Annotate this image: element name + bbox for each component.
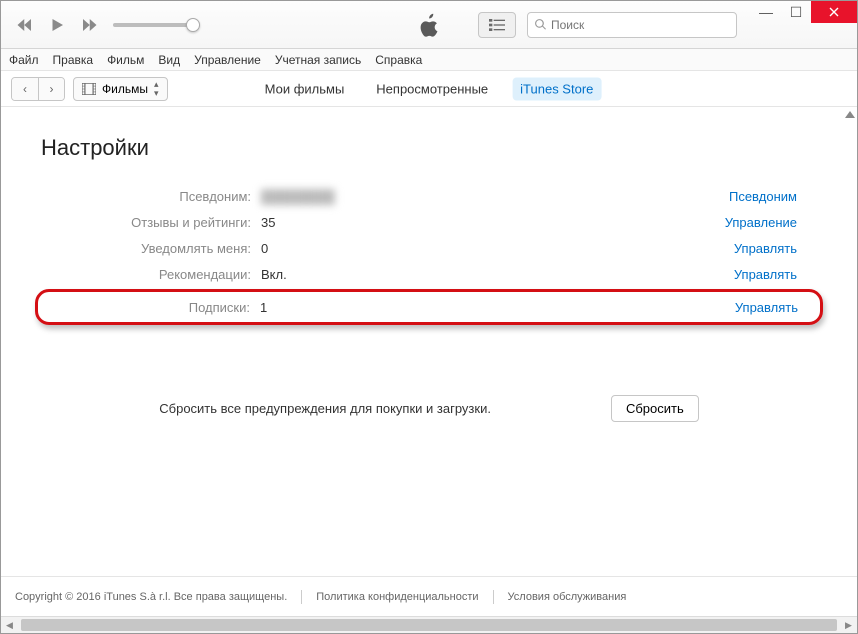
divider <box>301 590 302 604</box>
itunes-window: — ☐ Файл Правка Фильм Вид Управление Уче… <box>0 0 858 634</box>
window-controls: — ☐ <box>751 1 857 23</box>
search-input-wrapper[interactable] <box>527 12 737 38</box>
label-subscriptions: Подписки: <box>40 300 260 315</box>
footer-terms-link[interactable]: Условия обслуживания <box>508 591 627 603</box>
tab-unwatched[interactable]: Непросмотренные <box>368 77 496 100</box>
search-input[interactable] <box>551 18 730 32</box>
label-reviews: Отзывы и рейтинги: <box>41 215 261 230</box>
value-notify: 0 <box>261 241 734 256</box>
highlighted-row-subscriptions: Подписки: 1 Управлять <box>35 289 823 325</box>
reset-area: Сбросить все предупреждения для покупки … <box>41 395 817 422</box>
toolbar: ‹ › Фильмы ▴▾ Мои фильмы Непросмотренные… <box>1 71 857 107</box>
row-notify: Уведомлять меня: 0 Управлять <box>41 235 817 261</box>
reset-button[interactable]: Сбросить <box>611 395 699 422</box>
menu-account[interactable]: Учетная запись <box>275 53 361 67</box>
menubar: Файл Правка Фильм Вид Управление Учетная… <box>1 49 857 71</box>
reset-text: Сбросить все предупреждения для покупки … <box>159 401 491 416</box>
minimize-button[interactable]: — <box>751 1 781 23</box>
label-nickname: Псевдоним: <box>41 189 261 204</box>
film-icon <box>82 83 96 95</box>
nav-buttons: ‹ › <box>11 77 65 101</box>
footer-copyright: Copyright © 2016 iTunes S.à r.l. Все пра… <box>15 591 287 603</box>
scroll-left-icon[interactable]: ◀ <box>1 617 18 634</box>
action-subscriptions[interactable]: Управлять <box>735 300 818 315</box>
divider <box>493 590 494 604</box>
back-button[interactable]: ‹ <box>12 78 38 100</box>
tab-my-movies[interactable]: Мои фильмы <box>257 77 353 100</box>
action-recommendations[interactable]: Управлять <box>734 267 817 282</box>
row-nickname: Псевдоним: ████████ Псевдоним <box>41 183 817 209</box>
action-notify[interactable]: Управлять <box>734 241 817 256</box>
menu-edit[interactable]: Правка <box>53 53 94 67</box>
next-track-button[interactable] <box>75 11 103 39</box>
volume-slider[interactable] <box>113 23 193 27</box>
tab-itunes-store[interactable]: iTunes Store <box>512 77 601 100</box>
scroll-right-icon[interactable]: ▶ <box>840 617 857 634</box>
menu-controls[interactable]: Управление <box>194 53 261 67</box>
search-icon <box>534 18 547 31</box>
close-button[interactable] <box>811 1 857 23</box>
menu-view[interactable]: Вид <box>158 53 180 67</box>
category-label: Фильмы <box>102 82 148 96</box>
scroll-thumb[interactable] <box>21 619 837 631</box>
menu-file[interactable]: Файл <box>9 53 39 67</box>
tabs: Мои фильмы Непросмотренные iTunes Store <box>257 77 602 100</box>
page-title: Настройки <box>41 135 817 161</box>
row-recommendations: Рекомендации: Вкл. Управлять <box>41 261 817 287</box>
menu-help[interactable]: Справка <box>375 53 422 67</box>
action-reviews[interactable]: Управление <box>725 215 817 230</box>
footer: Copyright © 2016 iTunes S.à r.l. Все пра… <box>1 576 857 616</box>
horizontal-scrollbar[interactable]: ◀ ▶ <box>1 616 857 633</box>
titlebar: — ☐ <box>1 1 857 49</box>
playback-controls <box>11 11 193 39</box>
maximize-button[interactable]: ☐ <box>781 1 811 23</box>
prev-track-button[interactable] <box>11 11 39 39</box>
value-recommendations: Вкл. <box>261 267 734 282</box>
scroll-up-icon[interactable] <box>845 111 855 118</box>
forward-button[interactable]: › <box>38 78 64 100</box>
value-subscriptions: 1 <box>260 300 735 315</box>
titlebar-right: — ☐ <box>478 1 857 48</box>
value-nickname: ████████ <box>261 189 729 204</box>
label-notify: Уведомлять меня: <box>41 241 261 256</box>
row-subscriptions: Подписки: 1 Управлять <box>40 296 818 318</box>
footer-privacy-link[interactable]: Политика конфиденциальности <box>316 591 478 603</box>
content: Настройки Псевдоним: ████████ Псевдоним … <box>1 107 857 576</box>
apple-logo-icon <box>418 12 440 38</box>
label-recommendations: Рекомендации: <box>41 267 261 282</box>
play-button[interactable] <box>43 11 71 39</box>
settings-table: Псевдоним: ████████ Псевдоним Отзывы и р… <box>41 183 817 325</box>
category-selector[interactable]: Фильмы ▴▾ <box>73 77 168 101</box>
menu-movie[interactable]: Фильм <box>107 53 144 67</box>
volume-knob[interactable] <box>186 18 200 32</box>
row-reviews: Отзывы и рейтинги: 35 Управление <box>41 209 817 235</box>
value-reviews: 35 <box>261 215 725 230</box>
action-nickname[interactable]: Псевдоним <box>729 189 817 204</box>
list-view-button[interactable] <box>478 12 516 38</box>
chevron-updown-icon: ▴▾ <box>154 80 159 98</box>
